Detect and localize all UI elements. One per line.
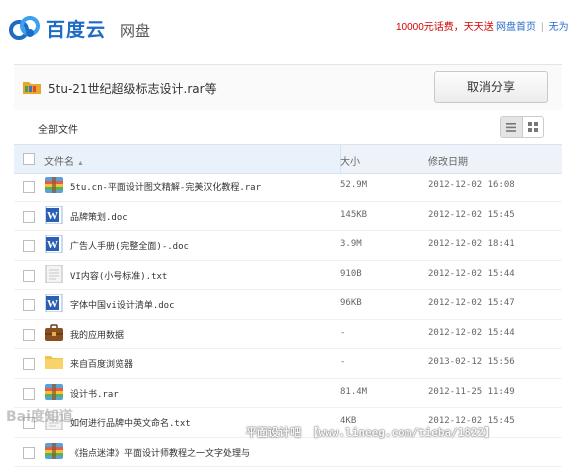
top-nav: 网盘首页|无为 bbox=[496, 18, 569, 33]
file-list: 5tu.cn-平面设计图文精解-完美汉化教程.rar 52.9M 2012-12… bbox=[14, 172, 562, 467]
row-checkbox[interactable] bbox=[23, 388, 35, 400]
brand-name: 百度云 bbox=[46, 15, 106, 42]
cloud-logo-icon bbox=[8, 14, 42, 42]
file-size: 96KB bbox=[340, 298, 362, 308]
row-checkbox[interactable] bbox=[23, 299, 35, 311]
txt-file-icon bbox=[44, 265, 64, 283]
product-name: 网盘 bbox=[120, 20, 150, 41]
file-size: 52.9M bbox=[340, 180, 367, 190]
top-bar: 百度云 网盘 10000元话费，天天送 网盘首页|无为 bbox=[0, 0, 577, 52]
rar-file-icon bbox=[44, 442, 64, 460]
row-checkbox[interactable] bbox=[23, 358, 35, 370]
file-row[interactable]: VI内容(小号标准).txt 910B 2012-12-02 15:44 bbox=[14, 261, 562, 291]
baidu-zhidao-watermark: Bai度知道 bbox=[6, 406, 73, 426]
file-date: 2012-12-02 15:45 bbox=[428, 210, 515, 220]
promo-link[interactable]: 10000元话费，天天送 bbox=[396, 18, 494, 33]
file-row[interactable]: 《指点迷津》平面设计师教程之一文字处理与 bbox=[14, 438, 562, 467]
share-header: 5tu-21世纪超级标志设计.rar等 取消分享 bbox=[14, 64, 562, 111]
share-title: 5tu-21世纪超级标志设计.rar等 bbox=[48, 80, 217, 97]
file-name[interactable]: VI内容(小号标准).txt bbox=[70, 269, 167, 282]
file-date: 2012-12-02 15:44 bbox=[428, 269, 515, 279]
row-checkbox[interactable] bbox=[23, 447, 35, 459]
file-row[interactable]: W 字体中国vi设计清单.doc 96KB 2012-12-02 15:47 bbox=[14, 290, 562, 320]
view-toggle bbox=[500, 116, 544, 138]
baidu-cloud-logo[interactable]: 百度云 网盘 bbox=[8, 14, 150, 42]
user-link[interactable]: 无为 bbox=[549, 22, 569, 33]
breadcrumb-row: 全部文件 bbox=[14, 110, 562, 144]
file-date: 2012-12-02 16:08 bbox=[428, 180, 515, 190]
column-header-name[interactable]: 文件名▲ bbox=[44, 153, 84, 168]
file-row[interactable]: 来自百度浏览器 - 2013-02-12 15:56 bbox=[14, 349, 562, 379]
file-date: 2012-12-02 15:47 bbox=[428, 298, 515, 308]
row-checkbox[interactable] bbox=[23, 270, 35, 282]
file-name[interactable]: 5tu.cn-平面设计图文精解-完美汉化教程.rar bbox=[70, 180, 261, 193]
file-name[interactable]: 设计书.rar bbox=[70, 387, 119, 400]
file-name[interactable]: 字体中国vi设计清单.doc bbox=[70, 298, 175, 311]
shared-folder-icon bbox=[22, 79, 42, 95]
file-date: 2012-11-25 11:49 bbox=[428, 387, 515, 397]
file-row[interactable]: W 品牌策划.doc 145KB 2012-12-02 15:45 bbox=[14, 202, 562, 232]
file-name[interactable]: 广告人手册(完整全面)-.doc bbox=[70, 239, 189, 252]
file-date: 2012-12-02 18:41 bbox=[428, 239, 515, 249]
row-checkbox[interactable] bbox=[23, 211, 35, 223]
file-name[interactable]: 《指点迷津》平面设计师教程之一文字处理与 bbox=[70, 446, 250, 459]
file-date: 2012-12-02 15:44 bbox=[428, 328, 515, 338]
file-date: 2013-02-12 15:56 bbox=[428, 357, 515, 367]
row-checkbox[interactable] bbox=[23, 181, 35, 193]
file-row[interactable]: 我的应用数据 - 2012-12-02 15:44 bbox=[14, 320, 562, 350]
file-row[interactable]: 5tu.cn-平面设计图文精解-完美汉化教程.rar 52.9M 2012-12… bbox=[14, 172, 562, 202]
row-checkbox[interactable] bbox=[23, 240, 35, 252]
select-all-checkbox[interactable] bbox=[23, 153, 35, 165]
column-header-size[interactable]: 大小 bbox=[340, 153, 360, 168]
list-view-icon[interactable] bbox=[501, 117, 523, 137]
tieba-watermark: 平面设计吧 【www.lineeg.com/tieba/1822】 bbox=[246, 424, 495, 440]
svg-text:W: W bbox=[47, 239, 58, 251]
sort-asc-icon: ▲ bbox=[77, 160, 84, 167]
file-name[interactable]: 如何进行品牌中英文命名.txt bbox=[70, 416, 191, 429]
file-table-header: 文件名▲ 大小 修改日期 bbox=[14, 144, 562, 174]
file-name[interactable]: 来自百度浏览器 bbox=[70, 357, 133, 370]
column-header-date[interactable]: 修改日期 bbox=[428, 153, 468, 168]
file-size: - bbox=[340, 357, 345, 367]
word-doc-icon: W bbox=[44, 294, 64, 312]
word-doc-icon: W bbox=[44, 235, 64, 253]
file-name[interactable]: 品牌策划.doc bbox=[70, 210, 128, 223]
grid-view-icon[interactable] bbox=[523, 117, 544, 137]
svg-text:W: W bbox=[47, 298, 58, 310]
file-size: 3.9M bbox=[340, 239, 362, 249]
svg-text:W: W bbox=[47, 210, 58, 222]
netdisk-home-link[interactable]: 网盘首页 bbox=[496, 22, 536, 33]
file-row[interactable]: 设计书.rar 81.4M 2012-11-25 11:49 bbox=[14, 379, 562, 409]
word-doc-icon: W bbox=[44, 206, 64, 224]
rar-file-icon bbox=[44, 383, 64, 401]
rar-file-icon bbox=[44, 176, 64, 194]
file-size: 910B bbox=[340, 269, 362, 279]
file-name[interactable]: 我的应用数据 bbox=[70, 328, 124, 341]
row-checkbox[interactable] bbox=[23, 329, 35, 341]
file-size: 145KB bbox=[340, 210, 367, 220]
file-row[interactable]: W 广告人手册(完整全面)-.doc 3.9M 2012-12-02 18:41 bbox=[14, 231, 562, 261]
folder-icon bbox=[44, 353, 64, 371]
file-size: 81.4M bbox=[340, 387, 367, 397]
app-data-briefcase-icon bbox=[44, 324, 64, 342]
breadcrumb[interactable]: 全部文件 bbox=[38, 121, 78, 136]
cancel-share-button[interactable]: 取消分享 bbox=[434, 71, 548, 103]
file-size: - bbox=[340, 328, 345, 338]
